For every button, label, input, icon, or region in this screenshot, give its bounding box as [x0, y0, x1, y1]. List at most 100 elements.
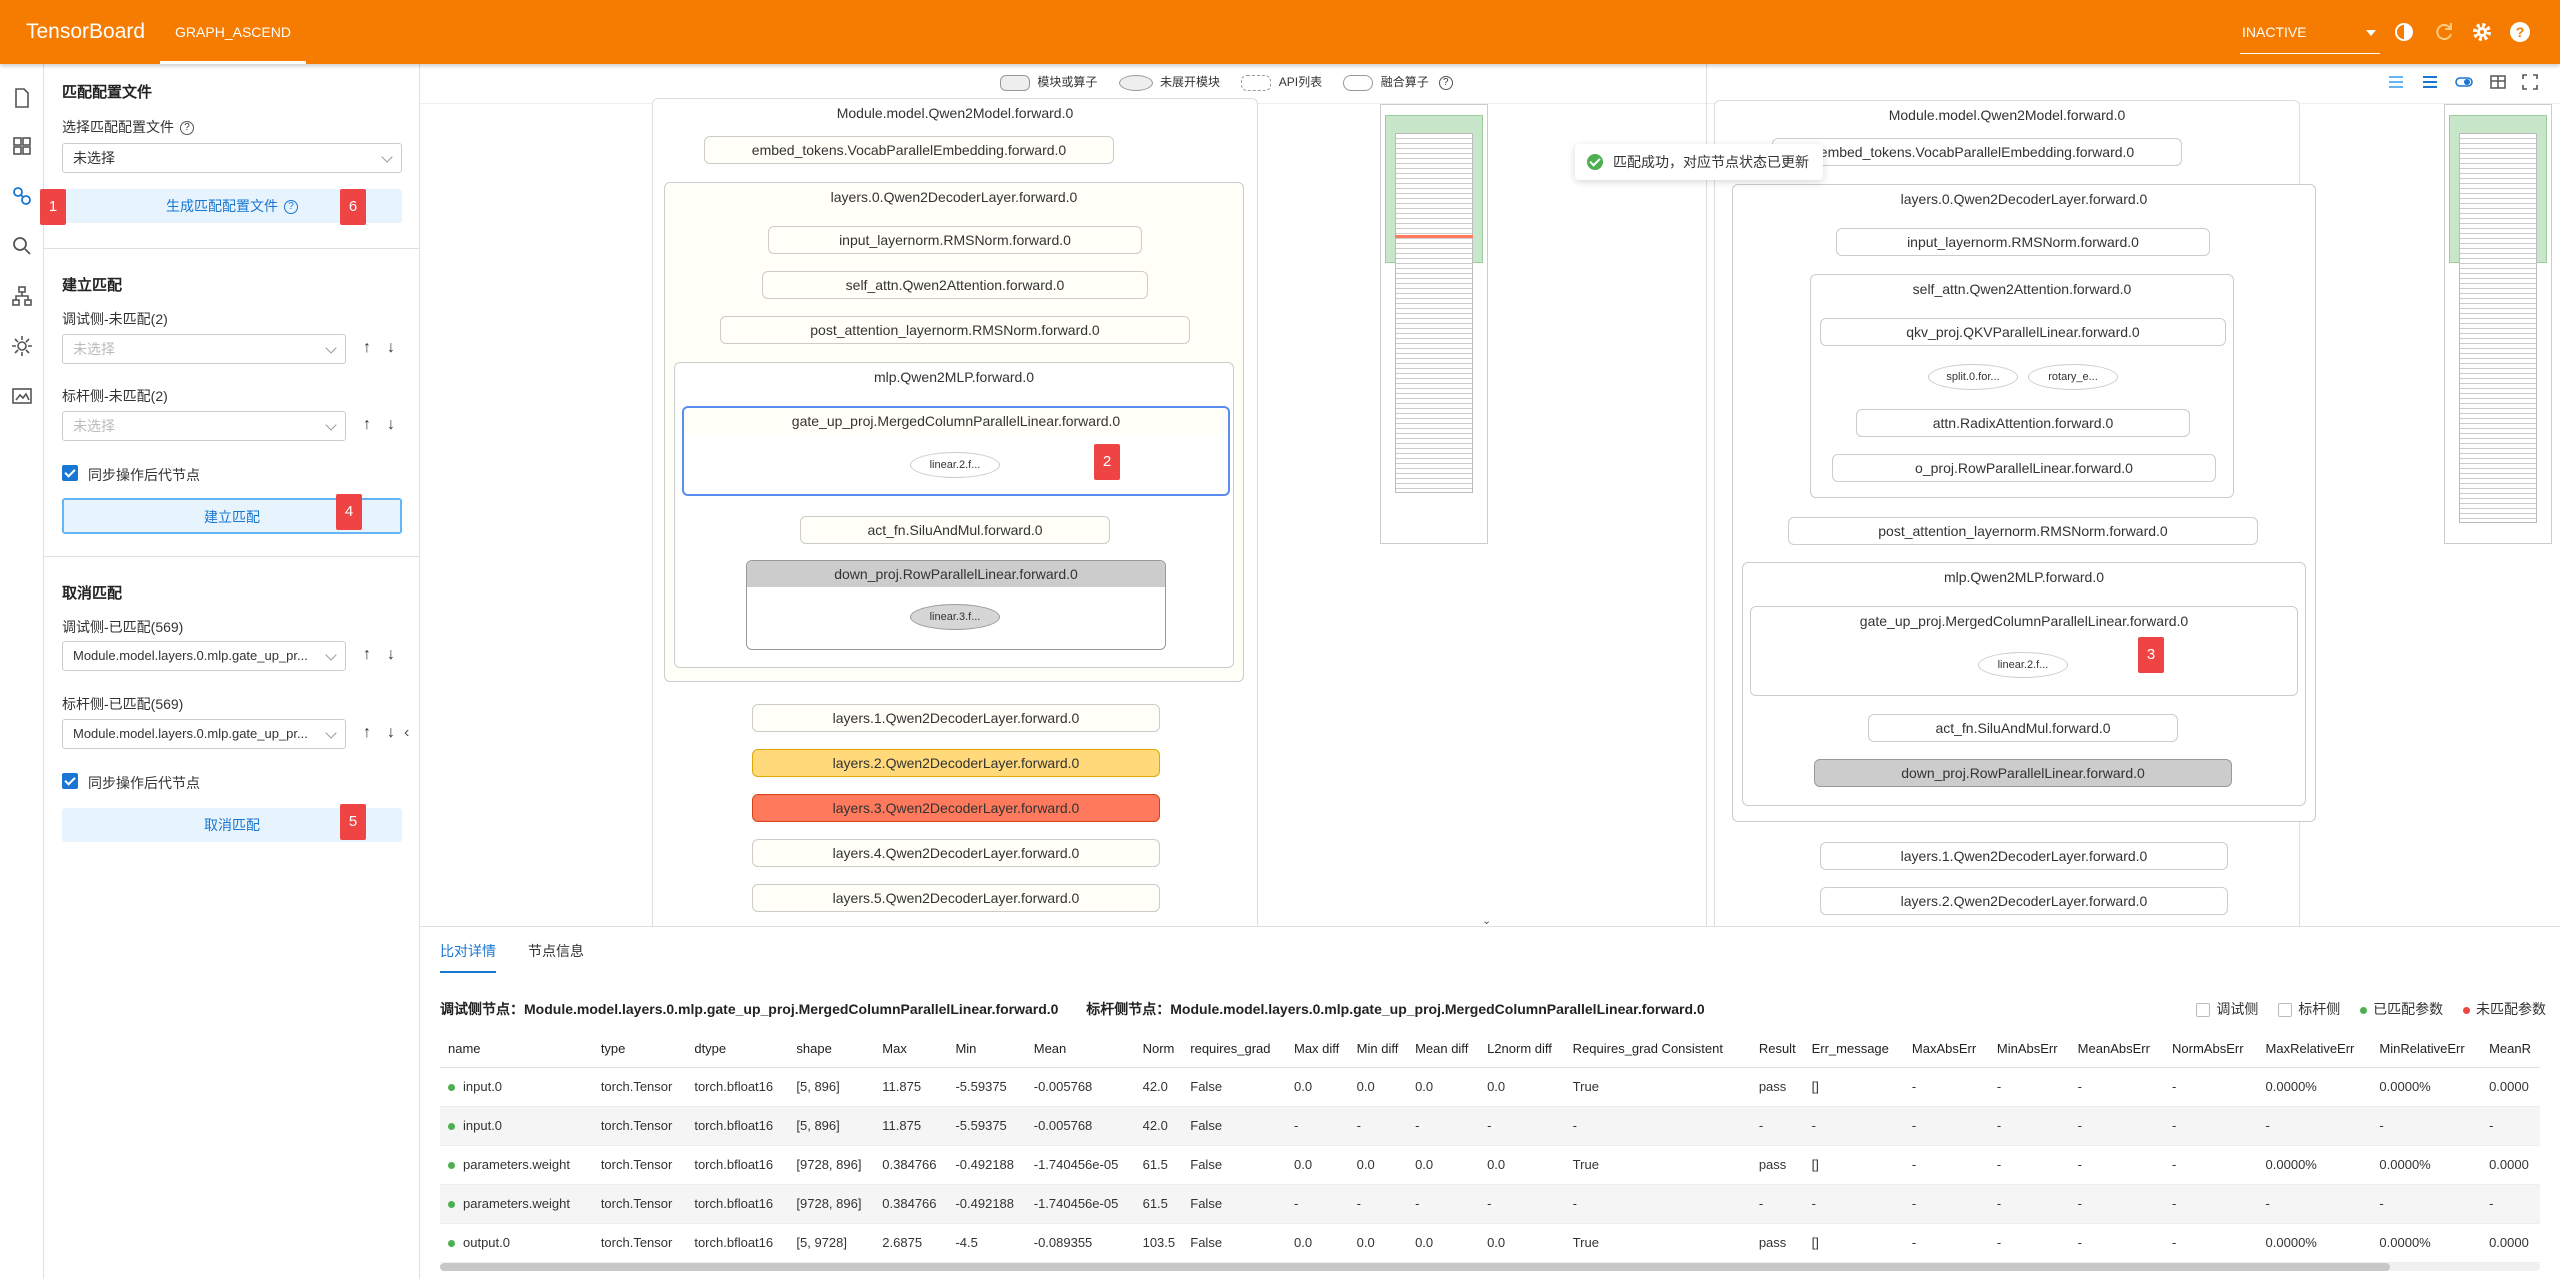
tab-node-info[interactable]: 节点信息 [528, 941, 584, 961]
list-view-icon[interactable] [2386, 72, 2406, 92]
arrow-up-button[interactable]: ↑ [356, 719, 378, 749]
bench-node-embed[interactable]: embed_tokens.VocabParallelEmbedding.forw… [1772, 138, 2182, 166]
debug-node-down-linear[interactable]: linear.3.f... [910, 604, 1000, 630]
run-select[interactable]: INACTIVE [2240, 14, 2380, 54]
column-header: Err_message [1803, 1031, 1904, 1068]
debug-node-gate-up-linear[interactable]: linear.2.f... [910, 452, 1000, 478]
expand-panel-chevron-icon[interactable]: ⌄ [1482, 914, 1496, 926]
table-cell: 0.0 [1348, 1145, 1408, 1185]
search-icon[interactable] [10, 234, 34, 258]
sync-descendants-checkbox[interactable] [62, 773, 78, 789]
debug-node-layer2[interactable]: layers.2.Qwen2DecoderLayer.forward.0 [752, 749, 1160, 777]
image-chart-icon[interactable] [10, 384, 34, 408]
table-row[interactable]: input.0 torch.Tensor torch.bfloat16 [5, 896… [440, 1067, 2540, 1107]
debug-node-embed[interactable]: embed_tokens.VocabParallelEmbedding.forw… [704, 136, 1114, 164]
bench-node-rotary[interactable]: rotary_e... [2028, 364, 2118, 390]
refresh-icon[interactable] [2432, 20, 2456, 44]
match-link-icon[interactable] [10, 184, 34, 208]
arrow-down-button[interactable]: ↓ [380, 411, 402, 441]
bench-node-gate-up-proj[interactable]: gate_up_proj.MergedColumnParallelLinear.… [1750, 606, 2298, 696]
table-cell: 0.384766 [874, 1145, 948, 1185]
help-icon[interactable]: ? [180, 121, 194, 136]
table-cell: [5, 9728] [788, 1223, 875, 1263]
file-icon[interactable] [10, 86, 34, 110]
column-header: Mean diff [1407, 1031, 1480, 1068]
debug-unmatched-select[interactable]: 未选择 [62, 334, 346, 364]
tab-graph-ascend[interactable]: GRAPH_ASCEND [160, 0, 306, 64]
collapse-sidebar-icon[interactable]: ‹ [404, 724, 418, 744]
bench-node-layer1[interactable]: layers.1.Qwen2DecoderLayer.forward.0 [1820, 842, 2228, 870]
debug-node-layer1[interactable]: layers.1.Qwen2DecoderLayer.forward.0 [752, 704, 1160, 732]
help-icon[interactable]: ? [1438, 75, 1453, 90]
table-cell: - [1988, 1145, 2070, 1185]
bench-side-checkbox[interactable] [2278, 1003, 2293, 1018]
bench-node-down-proj[interactable]: down_proj.RowParallelLinear.forward.0 [1814, 759, 2232, 787]
debug-node-layer4[interactable]: layers.4.Qwen2DecoderLayer.forward.0 [752, 839, 1160, 867]
table-row[interactable]: output.0 torch.Tensor torch.bfloat16 [5, 97… [440, 1223, 2540, 1263]
graph-split-divider[interactable] [1706, 64, 1707, 926]
table-cell: torch.Tensor [592, 1184, 687, 1224]
table-cell: - [2069, 1223, 2165, 1263]
table-row[interactable]: input.0 torch.Tensor torch.bfloat16 [5, 896… [440, 1106, 2540, 1146]
bench-node-gate-up-linear[interactable]: linear.2.f... [1978, 652, 2068, 678]
column-header: dtype [686, 1031, 789, 1068]
hierarchy-icon[interactable] [10, 284, 34, 308]
bench-unmatched-select[interactable]: 未选择 [62, 411, 346, 441]
bench-node-split[interactable]: split.0.for... [1928, 364, 2018, 390]
table-row[interactable]: parameters.weight torch.Tensor torch.bfloa… [440, 1145, 2540, 1185]
arrow-down-button[interactable]: ↓ [380, 334, 402, 364]
bench-node-layer2[interactable]: layers.2.Qwen2DecoderLayer.forward.0 [1820, 887, 2228, 915]
debug-node-gate-up-proj[interactable]: gate_up_proj.MergedColumnParallelLinear.… [682, 406, 1230, 496]
node-label: gate_up_proj.MergedColumnParallelLinear.… [684, 408, 1228, 434]
debug-side-checkbox[interactable] [2196, 1003, 2211, 1018]
sun-settings-icon[interactable] [10, 334, 34, 358]
legend-module-label: 模块或算子 [1037, 75, 1098, 89]
bench-matched-select[interactable]: Module.model.layers.0.mlp.gate_up_pr... [62, 719, 346, 749]
graph-canvas[interactable]: 模块或算子 未展开模块 API列表 融合算子? 匹配成功，对应节点状态已更新 M… [420, 64, 2560, 926]
arrow-up-button[interactable]: ↑ [356, 411, 378, 441]
debug-minimap[interactable] [1380, 104, 1488, 544]
section-divider [44, 556, 420, 557]
help-icon[interactable]: ? [2508, 20, 2532, 44]
debug-node-act-fn[interactable]: act_fn.SiluAndMul.forward.0 [800, 516, 1110, 544]
arrow-down-button[interactable]: ↓ [380, 641, 402, 671]
arrow-up-button[interactable]: ↑ [356, 641, 378, 671]
bench-node-attn[interactable]: attn.RadixAttention.forward.0 [1856, 409, 2190, 437]
arrow-up-button[interactable]: ↑ [356, 334, 378, 364]
tab-compare-details[interactable]: 比对详情 [440, 941, 496, 973]
select-config-label: 选择匹配配置文件? [62, 117, 194, 137]
debug-node-self-attn[interactable]: self_attn.Qwen2Attention.forward.0 [762, 271, 1148, 299]
table-cell: torch.bfloat16 [686, 1067, 789, 1107]
table-icon[interactable] [2488, 72, 2508, 92]
column-header: Mean [1025, 1031, 1135, 1068]
toggle-icon[interactable] [2454, 72, 2474, 92]
table-cell: -1.740456e-05 [1025, 1184, 1135, 1224]
arrow-down-button[interactable]: ↓ [380, 719, 402, 749]
debug-node-post-norm[interactable]: post_attention_layernorm.RMSNorm.forward… [720, 316, 1190, 344]
debug-node-layer5[interactable]: layers.5.Qwen2DecoderLayer.forward.0 [752, 884, 1160, 912]
list-detail-icon[interactable] [2420, 72, 2440, 92]
bench-node-post-norm[interactable]: post_attention_layernorm.RMSNorm.forward… [1788, 517, 2258, 545]
table-row[interactable]: parameters.weight torch.Tensor torch.bfloa… [440, 1184, 2540, 1224]
grid-icon[interactable] [10, 134, 34, 158]
fullscreen-icon[interactable] [2520, 72, 2540, 92]
table-cell: - [1348, 1106, 1408, 1146]
horizontal-scrollbar[interactable] [440, 1263, 2540, 1271]
settings-gear-icon[interactable] [2470, 20, 2494, 44]
bench-minimap[interactable] [2444, 104, 2552, 544]
table-cell: - [2164, 1223, 2258, 1263]
bench-node-act-fn[interactable]: act_fn.SiluAndMul.forward.0 [1868, 714, 2178, 742]
table-cell: 42.0 [1134, 1106, 1183, 1146]
bench-node-o-proj[interactable]: o_proj.RowParallelLinear.forward.0 [1832, 454, 2216, 482]
theme-toggle-icon[interactable] [2392, 20, 2416, 44]
debug-node-input-norm[interactable]: input_layernorm.RMSNorm.forward.0 [768, 226, 1142, 254]
scrollbar-thumb[interactable] [440, 1263, 2390, 1271]
column-header: Norm [1134, 1031, 1183, 1068]
bench-node-input-norm[interactable]: input_layernorm.RMSNorm.forward.0 [1836, 228, 2210, 256]
config-file-select[interactable]: 未选择 [62, 143, 402, 173]
debug-matched-select[interactable]: Module.model.layers.0.mlp.gate_up_pr... [62, 641, 346, 671]
debug-node-layer3[interactable]: layers.3.Qwen2DecoderLayer.forward.0 [752, 794, 1160, 822]
sync-descendants-checkbox[interactable] [62, 465, 78, 481]
matched-dot-icon [448, 1201, 455, 1209]
bench-node-qkv[interactable]: qkv_proj.QKVParallelLinear.forward.0 [1820, 318, 2226, 346]
